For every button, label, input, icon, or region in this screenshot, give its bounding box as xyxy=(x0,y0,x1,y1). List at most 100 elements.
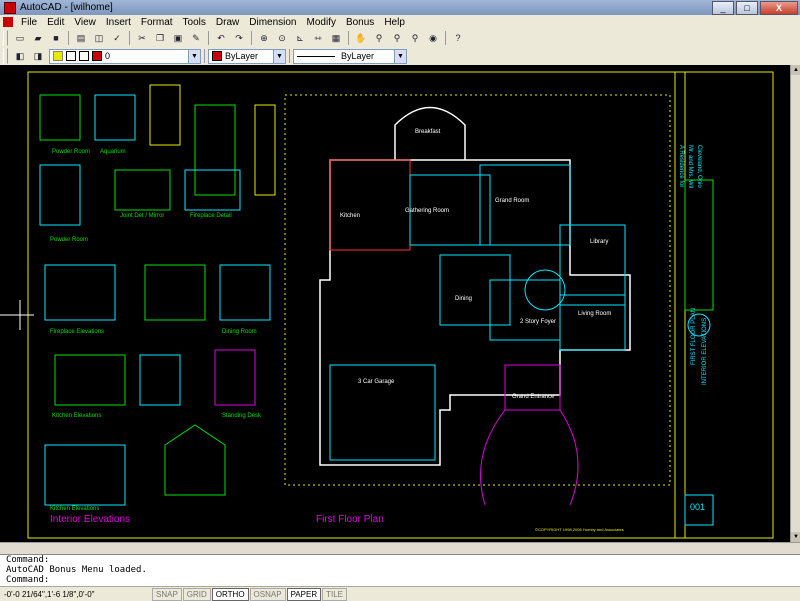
match-properties-icon[interactable]: ✎ xyxy=(188,30,204,46)
toolbar-separator xyxy=(68,31,69,45)
ucs-icon[interactable]: ⊾ xyxy=(292,30,308,46)
zoom-previous-icon[interactable]: ⚲ xyxy=(407,30,423,46)
room-foyer: 2 Story Foyer xyxy=(520,319,556,325)
tile-toggle[interactable]: TILE xyxy=(322,587,347,601)
layers-icon[interactable]: ◨ xyxy=(30,48,46,64)
coordinate-readout[interactable]: -0'-0 21/64",1'-6 1/8",0'-0" xyxy=(0,590,152,599)
exterior-elevation xyxy=(164,424,226,496)
entrance-walk xyxy=(480,409,579,506)
title-block-sheet-2: INTERIOR ELEVATIONS xyxy=(702,318,708,385)
aquarium-elevation xyxy=(94,94,136,141)
menu-draw[interactable]: Draw xyxy=(211,17,244,28)
kitchen-elevation-1 xyxy=(54,354,126,406)
layer-lock-icon xyxy=(79,51,89,61)
open-folder-icon[interactable]: ▰ xyxy=(30,30,46,46)
label-standing-desk: Standing Desk xyxy=(222,413,262,419)
spiral-stair xyxy=(524,269,566,311)
hyperlink-icon[interactable]: ⊕ xyxy=(256,30,272,46)
scroll-up-arrow-icon[interactable]: ▲ xyxy=(791,65,800,75)
chevron-down-icon[interactable]: ▼ xyxy=(188,49,200,63)
zoom-window-icon[interactable]: ⚲ xyxy=(389,30,405,46)
sheet-title-interior-elevations: Interior Elevations xyxy=(50,514,130,525)
copy-icon[interactable]: ❐ xyxy=(152,30,168,46)
close-button[interactable]: X xyxy=(760,0,798,15)
make-object-layer-current-icon[interactable]: ◧ xyxy=(12,48,28,64)
command-window[interactable]: Command: AutoCAD Bonus Menu loaded. Comm… xyxy=(0,554,800,587)
room-grand: Grand Room xyxy=(495,198,529,204)
layer-on-lightbulb-icon xyxy=(53,51,63,61)
snap-from-icon[interactable]: ⊙ xyxy=(274,30,290,46)
menu-view[interactable]: View xyxy=(69,17,101,28)
cut-icon[interactable]: ✂ xyxy=(134,30,150,46)
color-dropdown[interactable]: ByLayer ▼ xyxy=(208,48,286,64)
menu-bonus[interactable]: Bonus xyxy=(341,17,379,28)
help-icon[interactable]: ? xyxy=(450,30,466,46)
redo-icon[interactable]: ↷ xyxy=(231,30,247,46)
ortho-toggle[interactable]: ORTHO xyxy=(211,587,249,601)
paper-toggle[interactable]: PAPER xyxy=(286,587,322,601)
linetype-dropdown[interactable]: ByLayer ▼ xyxy=(293,48,407,64)
layer-dropdown[interactable]: 0 ▼ xyxy=(49,48,201,64)
command-line-2: AutoCAD Bonus Menu loaded. xyxy=(6,565,147,575)
layer-color-swatch xyxy=(92,51,102,61)
dining-room-elevation xyxy=(219,264,271,321)
chevron-down-icon[interactable]: ▼ xyxy=(394,49,406,63)
grid-toggle[interactable]: GRID xyxy=(182,587,211,601)
label-joint-detail: Joint Det / Mirror xyxy=(120,213,164,219)
label-powder-room-2: Powder Room xyxy=(50,237,88,243)
vertical-scrollbar[interactable]: ▲ ▼ xyxy=(790,65,800,542)
pan-realtime-icon[interactable]: ✋ xyxy=(353,30,369,46)
kitchen-elevation-3 xyxy=(44,444,126,506)
object-properties-toolbar: ◧ ◨ 0 ▼ ByLayer ▼ ByLayer ▼ xyxy=(0,47,800,66)
snap-toggle[interactable]: SNAP xyxy=(152,587,182,601)
toolbar-grip[interactable] xyxy=(3,48,8,64)
menu-dimension[interactable]: Dimension xyxy=(244,17,301,28)
paste-icon[interactable]: ▣ xyxy=(170,30,186,46)
toolbar-separator xyxy=(445,31,446,45)
new-file-icon[interactable]: ▭ xyxy=(12,30,28,46)
menu-bar: File Edit View Insert Format Tools Draw … xyxy=(0,15,800,30)
menu-tools[interactable]: Tools xyxy=(178,17,211,28)
spell-check-icon[interactable]: ✓ xyxy=(109,30,125,46)
menu-help[interactable]: Help xyxy=(379,17,410,28)
room-grand-entrance: Grand Entrance xyxy=(512,394,555,400)
print-icon[interactable]: ▤ xyxy=(73,30,89,46)
room-breakfast: Breakfast xyxy=(415,129,441,135)
grand-room-walls xyxy=(479,164,571,246)
undo-icon[interactable]: ↶ xyxy=(213,30,229,46)
menu-file[interactable]: File xyxy=(16,17,42,28)
title-block-line-2: Mr. and Mrs. Wil xyxy=(687,145,693,188)
print-preview-icon[interactable]: ◫ xyxy=(91,30,107,46)
dining-walls xyxy=(439,254,511,326)
maximize-button[interactable]: □ xyxy=(736,0,758,15)
toolbar-separator xyxy=(251,31,252,45)
save-disk-icon[interactable]: ■ xyxy=(48,30,64,46)
zoom-realtime-icon[interactable]: ⚲ xyxy=(371,30,387,46)
menu-format[interactable]: Format xyxy=(136,17,178,28)
layer-freeze-icon xyxy=(66,51,76,61)
distance-icon[interactable]: ⇿ xyxy=(310,30,326,46)
chevron-down-icon[interactable]: ▼ xyxy=(273,49,285,63)
standard-toolbar: ▭ ▰ ■ ▤ ◫ ✓ ✂ ❐ ▣ ✎ ↶ ↷ ⊕ ⊙ ⊾ ⇿ ▦ ✋ ⚲ ⚲ … xyxy=(0,29,800,48)
drawing-canvas[interactable]: Powder Room Aquarium Joint Det / Mirror … xyxy=(0,65,790,542)
room-garage: 3 Car Garage xyxy=(358,379,395,385)
command-prompt[interactable]: Command: xyxy=(0,575,800,585)
osnap-toggle[interactable]: OSNAP xyxy=(249,587,286,601)
crosshair-cursor xyxy=(0,300,34,330)
aerial-view-icon[interactable]: ◉ xyxy=(425,30,441,46)
title-block-stamp xyxy=(684,179,714,311)
document-icon[interactable] xyxy=(3,17,13,27)
toolbar-grip[interactable] xyxy=(3,30,8,46)
autocad-app-icon[interactable] xyxy=(4,1,16,14)
title-bar: AutoCAD - [wilhome] _ □ X xyxy=(0,0,800,15)
menu-insert[interactable]: Insert xyxy=(101,17,136,28)
minimize-button[interactable]: _ xyxy=(712,0,734,15)
label-fireplace-detail: Fireplace Detail xyxy=(190,213,232,219)
menu-edit[interactable]: Edit xyxy=(42,17,69,28)
scroll-down-arrow-icon[interactable]: ▼ xyxy=(791,532,800,542)
menu-modify[interactable]: Modify xyxy=(302,17,341,28)
joint-detail xyxy=(114,169,171,211)
named-views-icon[interactable]: ▦ xyxy=(328,30,344,46)
fireplace-detail xyxy=(184,169,241,211)
fireplace-section xyxy=(194,104,236,196)
